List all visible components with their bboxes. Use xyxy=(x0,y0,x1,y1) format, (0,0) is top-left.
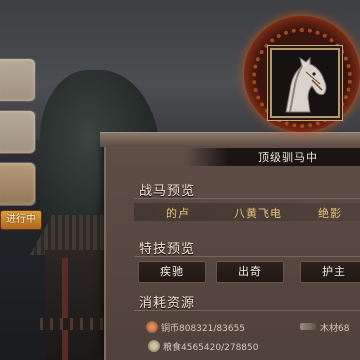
trait-button[interactable]: 疾驰 xyxy=(138,261,206,283)
horse-preview-item[interactable]: 八黄飞电 xyxy=(234,205,282,221)
wood-cost: 木材68 xyxy=(320,324,350,334)
horse-preview-item[interactable]: 绝影 xyxy=(318,205,342,221)
side-tab-3[interactable] xyxy=(0,162,36,206)
side-tab-1[interactable] xyxy=(0,58,36,102)
horse-preview-title: 战马预览 xyxy=(139,184,196,199)
pavilion-pillar xyxy=(62,258,68,360)
horse-status-label: 顶级驯马中 xyxy=(258,151,318,164)
horse-portrait[interactable] xyxy=(270,48,340,118)
trait-button[interactable]: 护主 xyxy=(300,261,360,283)
resources-title: 消耗资源 xyxy=(139,296,196,311)
section-divider xyxy=(134,198,360,199)
section-divider xyxy=(134,256,360,257)
copper-coin-icon xyxy=(146,321,158,333)
copper-cost: 铜币808321/83655 xyxy=(161,324,246,334)
horse-icon xyxy=(272,50,338,116)
trait-button[interactable]: 出奇 xyxy=(216,261,284,283)
grain-cost: 粮食4565420/278850 xyxy=(163,343,259,353)
trait-preview-title: 特技预览 xyxy=(139,242,196,257)
wood-icon xyxy=(300,323,316,330)
section-divider xyxy=(134,310,360,311)
in-progress-badge: 进行中 xyxy=(0,210,42,230)
side-tab-2[interactable] xyxy=(0,110,36,154)
grain-icon xyxy=(148,340,160,352)
horse-preview-item[interactable]: 的卢 xyxy=(166,205,190,221)
panel-header-cap xyxy=(100,132,360,147)
